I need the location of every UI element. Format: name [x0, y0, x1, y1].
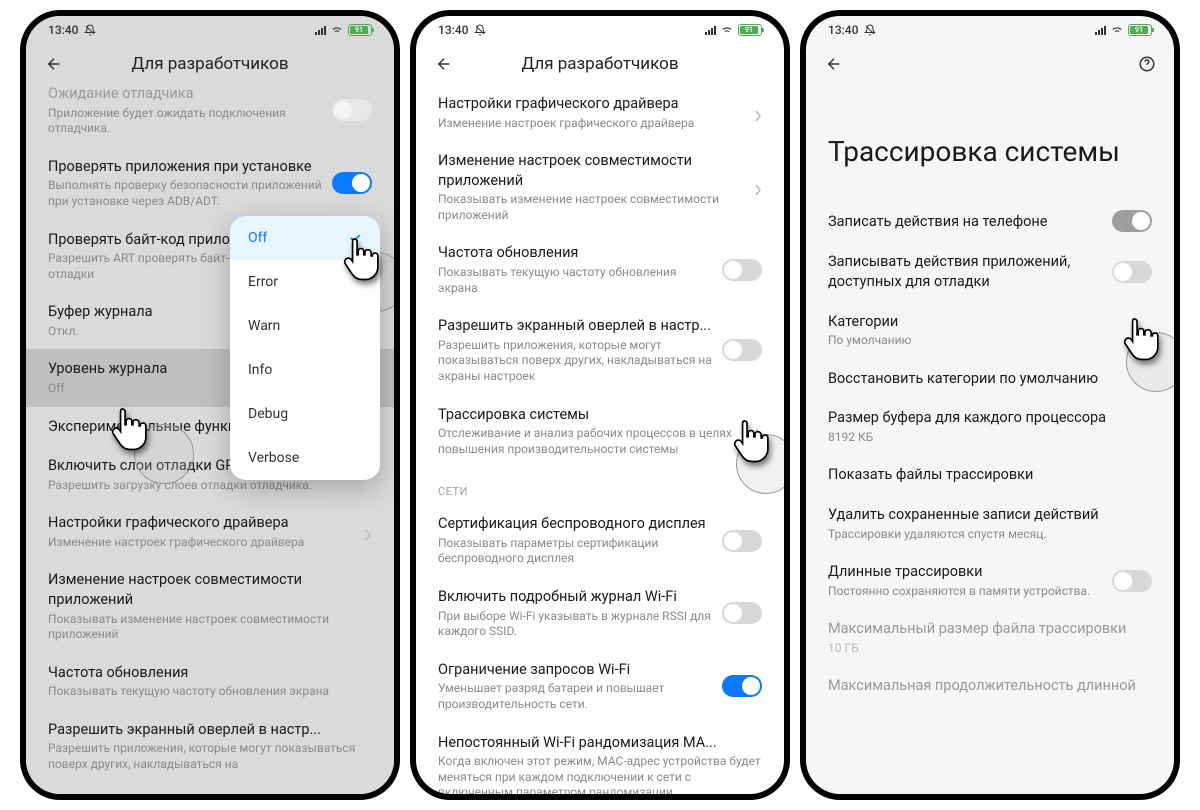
row-overlay[interactable]: Разрешить экранный оверлей в настр... Ра…: [416, 306, 784, 394]
battery-icon: 91: [348, 24, 372, 36]
signal-icon: [705, 26, 716, 35]
row-wireless-display-cert[interactable]: Сертификация беспроводного дисплея Показ…: [416, 504, 784, 577]
dnd-icon: [84, 24, 96, 36]
toggle[interactable]: [722, 259, 762, 281]
back-button[interactable]: [434, 54, 454, 74]
popup-option-verbose[interactable]: Verbose: [230, 436, 380, 480]
dnd-icon: [864, 24, 876, 36]
wifi-icon: [1110, 22, 1124, 39]
toggle[interactable]: [722, 675, 762, 697]
row-show-traces[interactable]: Показать файлы трассировки: [806, 455, 1174, 495]
battery-icon: 91: [1128, 24, 1152, 36]
chevron-right-icon: [364, 526, 372, 538]
status-time: 13:40: [828, 23, 858, 37]
log-level-popup: Off Error Warn Info Debug Verbose: [230, 216, 380, 480]
phone-3: 13:40 91 Трассировка системы: [800, 10, 1180, 800]
row-compat-settings[interactable]: Изменение настроек совместимости приложе…: [26, 560, 394, 652]
row-record-debuggable-apps[interactable]: Записывать действия приложений, доступны…: [806, 242, 1174, 301]
row-wifi-verbose[interactable]: Включить подробный журнал Wi-Fi При выбо…: [416, 577, 784, 650]
row-restore-categories[interactable]: Восстановить категории по умолчанию: [806, 359, 1174, 399]
toggle[interactable]: [1112, 210, 1152, 232]
row-refresh-rate[interactable]: Частота обновления Показывать текущую ча…: [416, 233, 784, 306]
row-buffer-size[interactable]: Размер буфера для каждого процессора 819…: [806, 398, 1174, 455]
popup-option-warn[interactable]: Warn: [230, 304, 380, 348]
row-max-duration: Максимальная продолжительность длинной: [806, 666, 1174, 706]
row-refresh-rate[interactable]: Частота обновления Показывать текущую ча…: [26, 653, 394, 710]
popup-option-off[interactable]: Off: [230, 216, 380, 260]
header: Для разработчиков: [26, 44, 394, 84]
header: Для разработчиков: [416, 44, 784, 84]
popup-option-info[interactable]: Info: [230, 348, 380, 392]
wifi-icon: [720, 22, 734, 39]
popup-option-debug[interactable]: Debug: [230, 392, 380, 436]
row-wifi-throttle[interactable]: Ограничение запросов Wi-Fi Уменьшает раз…: [416, 650, 784, 723]
wifi-icon: [330, 22, 344, 39]
status-bar: 13:40 91: [416, 16, 784, 44]
row-long-traces[interactable]: Длинные трассировки Постоянно сохраняютс…: [806, 552, 1174, 609]
toggle[interactable]: [722, 339, 762, 361]
toggle[interactable]: [722, 602, 762, 624]
page-title: Для разработчиков: [521, 54, 678, 74]
back-button[interactable]: [44, 54, 64, 74]
row-overlay[interactable]: Разрешить экранный оверлей в настр... Ра…: [26, 710, 394, 783]
row-graphics-driver[interactable]: Настройки графического драйвера Изменени…: [26, 503, 394, 560]
chevron-right-icon: [754, 107, 762, 119]
page-title: Трассировка системы: [806, 84, 1174, 200]
row-compat-settings[interactable]: Изменение настроек совместимости приложе…: [416, 141, 784, 233]
row-wait-debugger[interactable]: Ожидание отладчика Приложение будет ожид…: [26, 84, 394, 147]
chevron-right-icon: [754, 181, 762, 193]
header: [806, 44, 1174, 84]
status-bar: 13:40 91: [26, 16, 394, 44]
status-bar: 13:40 91: [806, 16, 1174, 44]
signal-icon: [1095, 26, 1106, 35]
section-header-network: СЕТИ: [416, 467, 784, 504]
row-categories[interactable]: Категории По умолчанию: [806, 302, 1174, 359]
row-graphics-driver[interactable]: Настройки графического драйвера Изменени…: [416, 84, 784, 141]
phone-2: 13:40 91 Для разработчиков Настройки гра…: [410, 10, 790, 800]
row-system-tracing[interactable]: Трассировка системы Отслеживание и анали…: [416, 395, 784, 468]
back-button[interactable]: [824, 54, 844, 74]
ghost-circle: [134, 424, 194, 484]
check-icon: [348, 231, 362, 245]
row-max-file-size: Максимальный размер файла трассировки 10…: [806, 609, 1174, 666]
battery-icon: 91: [738, 24, 762, 36]
status-time: 13:40: [48, 23, 78, 37]
status-time: 13:40: [438, 23, 468, 37]
dnd-icon: [474, 24, 486, 36]
row-wifi-mac-random[interactable]: Непостоянный Wi-Fi рандомизация MA... Ко…: [416, 723, 784, 794]
row-verify-apps[interactable]: Проверять приложения при установке Выпол…: [26, 147, 394, 220]
signal-icon: [315, 26, 326, 35]
row-delete-traces[interactable]: Удалить сохраненные записи действий Трас…: [806, 495, 1174, 552]
row-record-actions[interactable]: Записать действия на телефоне: [806, 200, 1174, 242]
toggle: [332, 99, 372, 121]
toggle[interactable]: [1112, 570, 1152, 592]
toggle[interactable]: [1112, 261, 1152, 283]
toggle[interactable]: [722, 530, 762, 552]
toggle[interactable]: [332, 172, 372, 194]
page-title: Для разработчиков: [131, 54, 288, 74]
phone-1: 13:40 91 Для разработчиков Ожидание отла…: [20, 10, 400, 800]
popup-option-error[interactable]: Error: [230, 260, 380, 304]
help-button[interactable]: [1138, 55, 1156, 73]
